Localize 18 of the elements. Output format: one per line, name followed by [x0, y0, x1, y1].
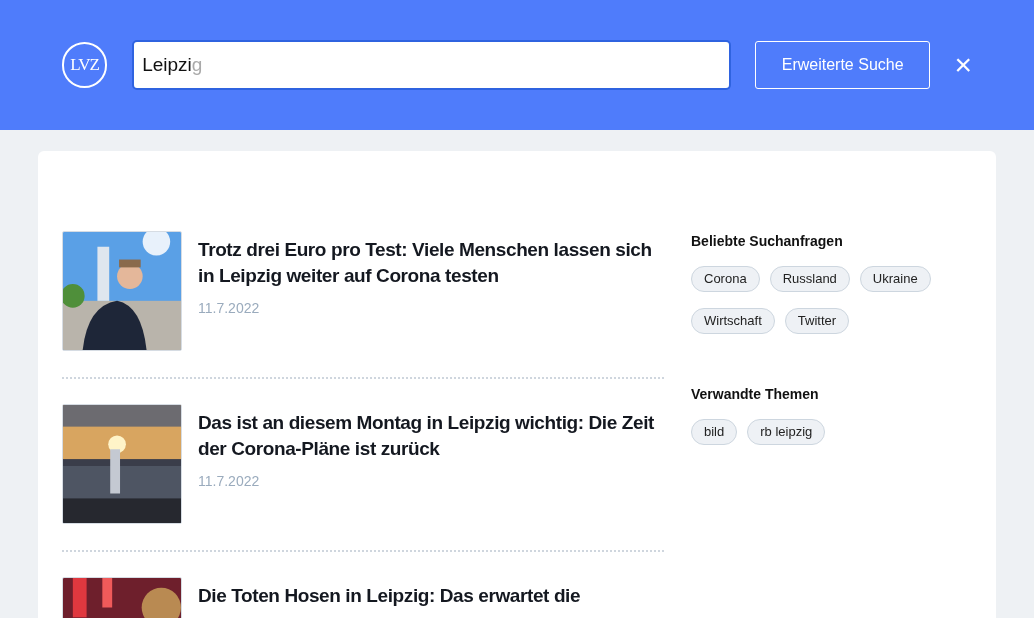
- tag-chip[interactable]: Wirtschaft: [691, 308, 775, 334]
- tag-chip[interactable]: Russland: [769, 266, 850, 292]
- search-field[interactable]: Leipzig: [132, 40, 731, 90]
- article-title[interactable]: Die Toten Hosen in Leipzig: Das erwartet die: [198, 583, 581, 609]
- article-title[interactable]: Trotz drei Euro pro Test: Viele Menschen lassen sich in Leipzig weiter auf Corona testen: [198, 237, 664, 289]
- article-title[interactable]: Das ist an diesem Montag in Leipzig wichtig: Die Zeit der Corona-Pläne ist zurück: [198, 410, 664, 462]
- tag-chip[interactable]: rb leipzig: [747, 419, 826, 445]
- tag-chip[interactable]: Twitter: [784, 308, 850, 334]
- tag-chip[interactable]: Ukraine: [859, 266, 931, 292]
- close-button[interactable]: ×: [954, 50, 972, 80]
- article-date: 11.7.2022: [198, 299, 261, 318]
- advanced-search-button[interactable]: Erweiterte Suche: [754, 41, 931, 89]
- section-heading: Beliebte Suchanfragen: [691, 232, 844, 251]
- section-heading: Verwandte Themen: [691, 385, 820, 404]
- article-date: 11.7.2022: [198, 472, 261, 491]
- tag-chip[interactable]: Corona: [691, 266, 760, 292]
- logo[interactable]: LVZ: [62, 42, 108, 88]
- tag-chip[interactable]: bild: [691, 419, 738, 445]
